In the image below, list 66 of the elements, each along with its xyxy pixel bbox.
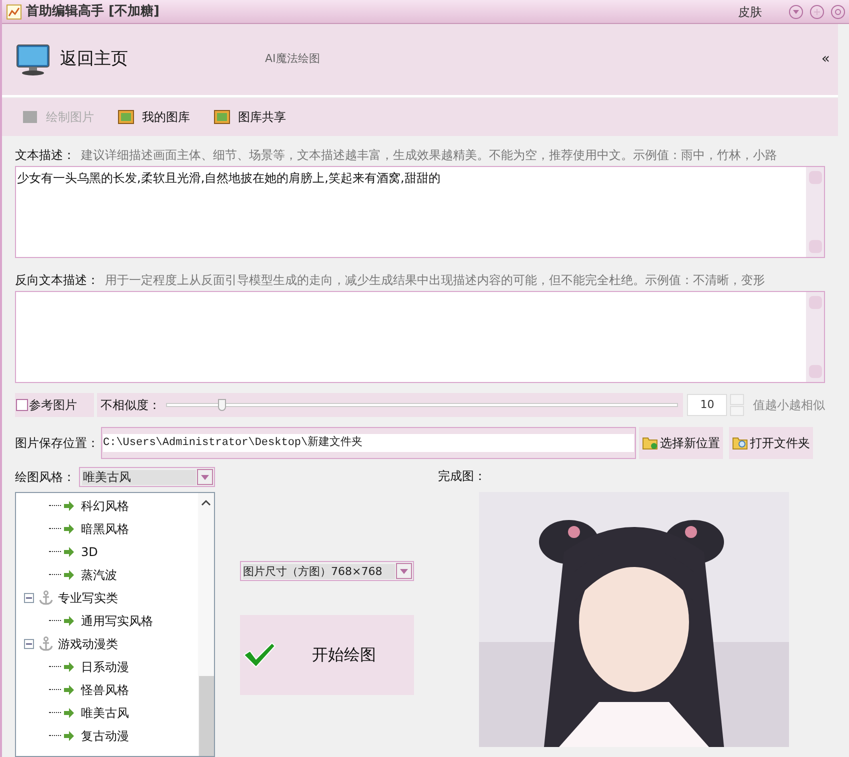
path-field[interactable]: C:\Users\Administrator\Desktop\新建文件夹: [101, 427, 636, 459]
skin-menu[interactable]: 皮肤: [738, 2, 762, 20]
tree-item[interactable]: 日系动漫: [81, 658, 129, 676]
tree-item[interactable]: 蒸汽波: [81, 566, 117, 584]
tree-item[interactable]: 怪兽风格: [81, 680, 129, 698]
tree-category[interactable]: 游戏动漫类: [58, 634, 118, 652]
field-label: 完成图：: [438, 468, 487, 485]
hint-text: 值越小越相似: [753, 397, 825, 414]
reference-checkbox[interactable]: 参考图片: [15, 393, 94, 417]
close-icon[interactable]: [831, 4, 845, 18]
tree-item[interactable]: 暗黑风格: [81, 520, 129, 538]
field-label: 文本描述：: [15, 147, 75, 164]
home-link[interactable]: 返回主页: [60, 46, 265, 72]
tree-item[interactable]: 3D: [81, 542, 98, 560]
window-title: 首助编辑高手 [不加糖]: [26, 2, 160, 21]
folder-button[interactable]: 打开文件夹: [729, 427, 813, 459]
arrow-icon: [63, 662, 75, 672]
start-button[interactable]: 开始绘图: [240, 615, 414, 695]
caret-icon: [197, 469, 213, 485]
minimize-icon[interactable]: [789, 4, 803, 18]
anchor-icon: [38, 590, 54, 606]
slider[interactable]: [166, 398, 678, 412]
text-area[interactable]: 少女有一头乌黑的长发,柔软且光滑,自然地披在她的肩膀上,笑起来有酒窝,甜甜的: [15, 166, 825, 258]
arrow-icon: [63, 730, 75, 740]
toolbar-button[interactable]: 我的图库: [118, 108, 190, 126]
page-subtitle: AI魔法绘图: [265, 51, 320, 68]
anchor-icon: [38, 636, 54, 652]
arrow-icon: [63, 500, 75, 510]
arrow-icon: [63, 524, 75, 534]
arrow-icon: [63, 684, 75, 694]
hint-text: 建议详细描述画面主体、细节、场景等，文本描述越丰富，生成效果越精美。不能为空，推荐使用中文。示例值：雨中，竹林，小路: [81, 147, 777, 164]
tree-item[interactable]: 唯美古风: [81, 704, 129, 722]
chart-icon: [6, 4, 22, 20]
tree-category[interactable]: 专业写实类: [58, 588, 118, 606]
image-icon: [214, 110, 230, 124]
maximize-icon[interactable]: [810, 4, 824, 18]
caret-icon: [396, 563, 412, 579]
arrow-icon: [63, 616, 75, 626]
field-label: 不相似度：: [100, 397, 160, 414]
slider-thumb[interactable]: [218, 399, 226, 411]
text-area[interactable]: [15, 291, 825, 383]
number-field[interactable]: 10: [687, 394, 728, 416]
arrow-icon: [63, 546, 75, 556]
folder-icon: [642, 436, 658, 450]
collapse-icon[interactable]: [24, 638, 34, 648]
tree-item[interactable]: 通用写实风格: [81, 612, 153, 630]
arrow-icon: [63, 708, 75, 718]
scroll-thumb[interactable]: [198, 676, 214, 756]
style-dropdown[interactable]: 唯美古风: [79, 467, 215, 487]
folder-button[interactable]: 选择新位置: [639, 427, 723, 459]
checkmark-icon: [242, 641, 276, 669]
image-icon: [22, 110, 38, 124]
field-label: 反向文本描述：: [15, 272, 99, 289]
field-label: 绘图风格：: [15, 469, 76, 486]
tree-item[interactable]: 科幻风格: [81, 496, 129, 514]
collapse-button[interactable]: «: [821, 49, 830, 70]
field-label: 图片保存位置：: [15, 435, 100, 452]
size-dropdown[interactable]: 图片尺寸（方图）768×768: [240, 561, 414, 581]
hint-text: 用于一定程度上从反面引导模型生成的走向，减少生成结果中出现描述内容的可能，但不能完全杜绝。示例值：不清晰，变形: [105, 272, 765, 289]
collapse-icon[interactable]: [24, 592, 34, 602]
monitor-icon: [16, 44, 50, 76]
image-icon: [118, 110, 134, 124]
folder-icon: [732, 436, 748, 450]
toolbar-button[interactable]: 图库共享: [214, 108, 286, 126]
arrow-icon: [63, 570, 75, 580]
tree-item[interactable]: 复古动漫: [81, 726, 129, 744]
